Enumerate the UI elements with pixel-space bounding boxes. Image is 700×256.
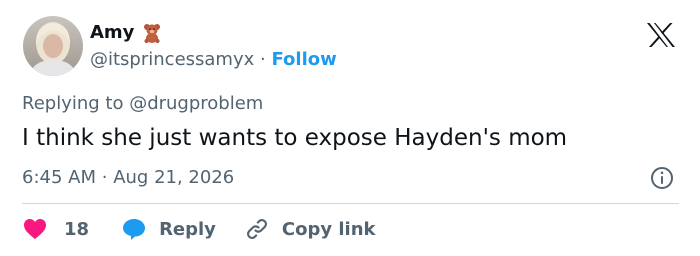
info-icon[interactable] <box>650 166 674 190</box>
copy-link-button[interactable]: Copy link <box>244 216 376 242</box>
reply-bubble-icon <box>123 219 146 240</box>
copy-link-label: Copy link <box>281 218 376 240</box>
tweet-time[interactable]: 6:45 AM <box>22 167 96 188</box>
author-name-row[interactable]: Amy <box>90 22 161 44</box>
author-handle[interactable]: @itsprincessamyx <box>90 49 254 70</box>
tweet-text: I think she just wants to expose Hayden'… <box>22 125 568 151</box>
reply-button[interactable]: Reply <box>121 216 216 242</box>
like-button[interactable]: 18 <box>22 216 89 242</box>
tweet-timestamp[interactable]: 6:45 AM · Aug 21, 2026 <box>22 167 234 189</box>
replying-to[interactable]: Replying to @drugproblem <box>22 93 263 115</box>
x-logo-icon[interactable] <box>646 22 676 48</box>
action-bar: 18 Reply Copy link <box>22 216 376 242</box>
handle-separator: · <box>260 49 266 70</box>
reply-label: Reply <box>159 218 216 240</box>
author-name[interactable]: Amy <box>90 22 134 44</box>
heart-icon <box>24 219 46 239</box>
like-count: 18 <box>64 218 90 240</box>
author-avatar[interactable] <box>23 16 83 76</box>
avatar-photo <box>23 16 83 76</box>
author-handle-row: @itsprincessamyx · Follow <box>90 49 337 71</box>
teddy-bear-icon <box>143 23 161 43</box>
tweet-date[interactable]: Aug 21, 2026 <box>113 167 234 188</box>
link-icon <box>246 219 267 239</box>
follow-button[interactable]: Follow <box>271 49 336 70</box>
divider <box>22 203 679 204</box>
timestamp-separator: · <box>101 167 108 188</box>
